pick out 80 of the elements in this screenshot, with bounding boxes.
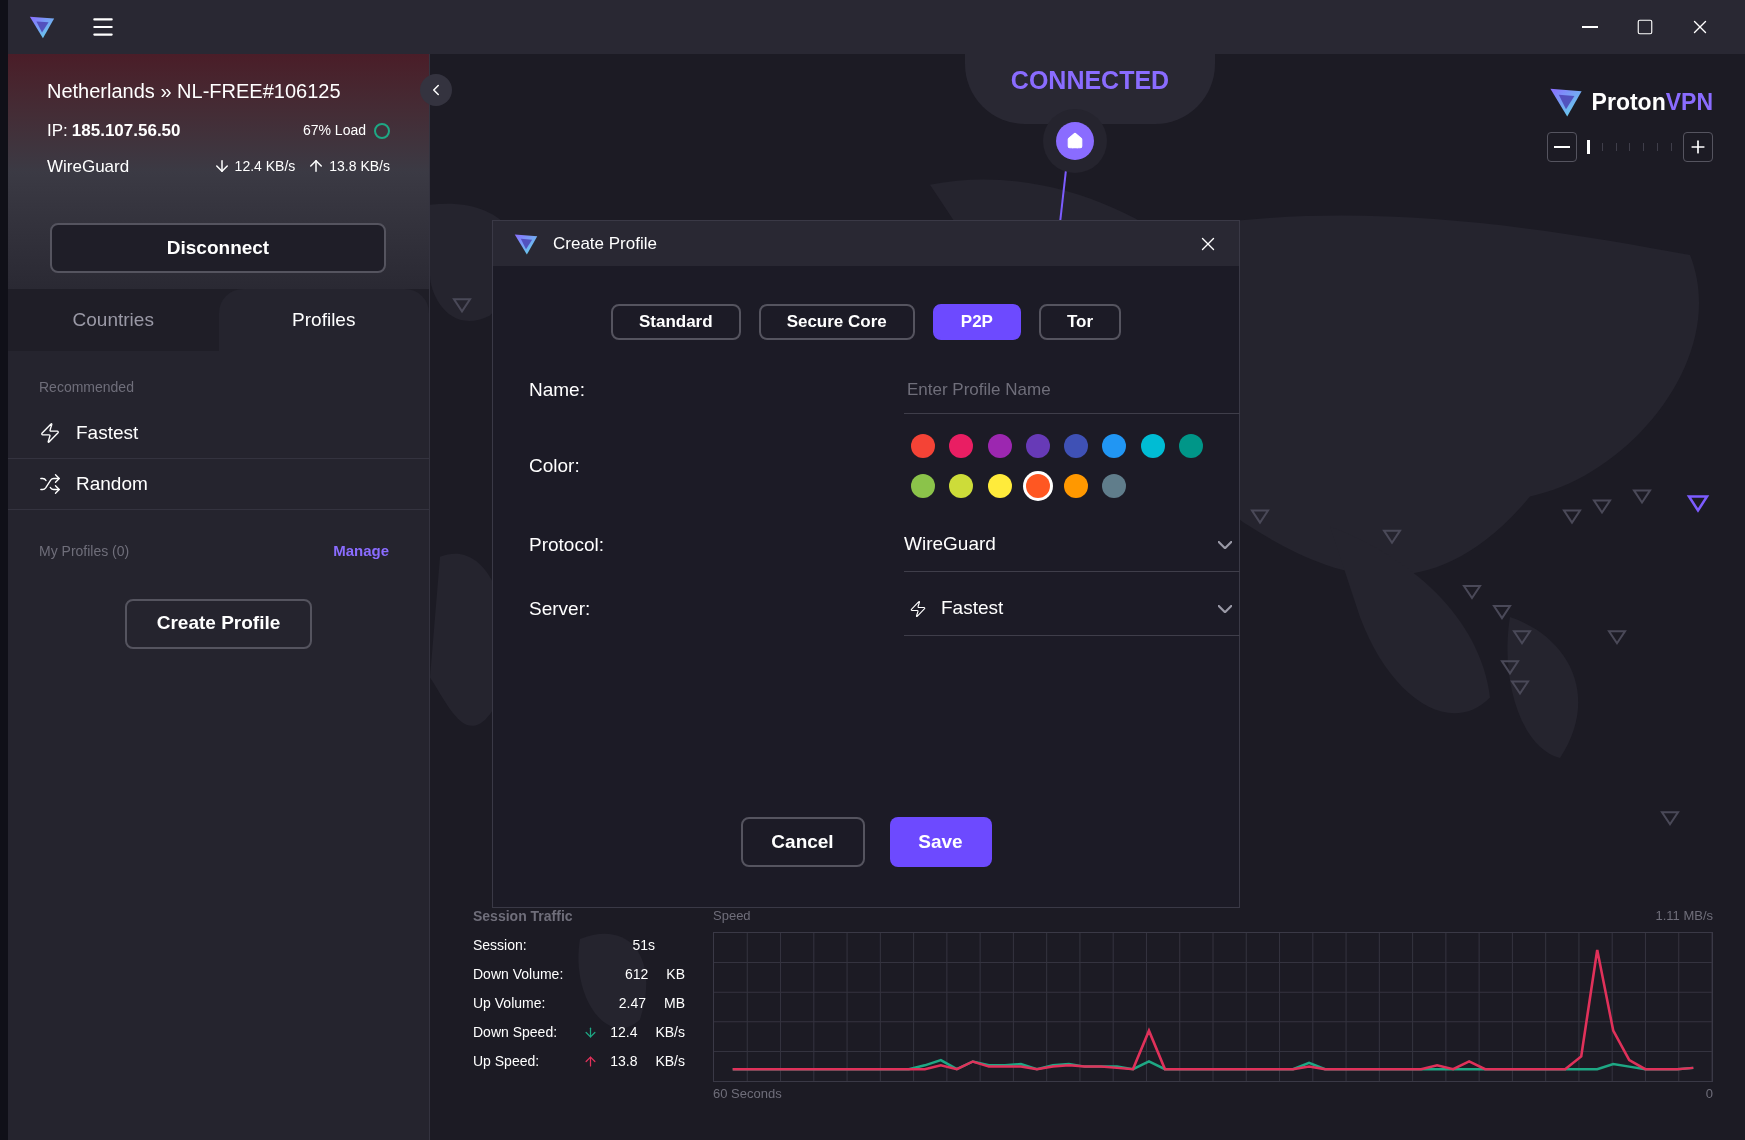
stat-value: 12.4 xyxy=(609,1022,638,1042)
color-swatch[interactable] xyxy=(1102,434,1127,458)
cancel-button[interactable]: Cancel xyxy=(740,817,865,867)
download-speed: 12.4 KB/s xyxy=(234,156,296,176)
stat-value: 2.47 xyxy=(617,993,646,1013)
lightning-icon xyxy=(909,599,927,618)
upload-icon xyxy=(583,1053,599,1069)
disconnect-button[interactable]: Disconnect xyxy=(50,223,386,273)
chevron-down-icon xyxy=(1218,540,1232,549)
ip-label: IP: xyxy=(47,120,68,142)
profile-item[interactable]: Fastest xyxy=(8,408,429,459)
zoom-in-button[interactable] xyxy=(1683,132,1713,162)
color-swatch[interactable] xyxy=(1064,474,1088,498)
chart-end-label: 0 xyxy=(1705,1084,1713,1103)
chart-max-label: 1.11 MB/s xyxy=(1655,907,1713,925)
zoom-slider[interactable] xyxy=(1588,137,1672,157)
load-ring-icon xyxy=(374,122,390,139)
create-profile-button[interactable]: Create Profile xyxy=(125,598,312,649)
server-dropdown[interactable]: Fastest xyxy=(904,582,1240,636)
color-swatch[interactable] xyxy=(911,474,935,498)
connection-status: CONNECTED xyxy=(1010,65,1170,96)
profile-type-tab[interactable]: Tor xyxy=(1038,304,1122,340)
name-field[interactable]: Enter Profile Name xyxy=(904,366,1240,414)
color-swatch[interactable] xyxy=(1178,434,1203,458)
zoom-thumb[interactable] xyxy=(1587,140,1590,154)
color-swatch[interactable] xyxy=(1064,434,1088,458)
stat-label: Up Speed: xyxy=(473,1051,541,1071)
server-name: Netherlands » NL-FREE#106125 xyxy=(47,79,342,104)
chevron-down-icon xyxy=(1218,604,1232,613)
color-swatch[interactable] xyxy=(987,474,1012,498)
shuffle-icon xyxy=(39,473,61,495)
profile-type-tab[interactable]: Standard xyxy=(610,304,741,340)
profile-type-tab[interactable]: Secure Core xyxy=(758,304,915,340)
recommended-heading: Recommended xyxy=(38,378,135,397)
manage-link[interactable]: Manage xyxy=(333,540,389,563)
stat-label: Up Volume: xyxy=(473,993,547,1013)
save-button[interactable]: Save xyxy=(889,817,992,867)
stat-unit: MB xyxy=(664,993,685,1013)
stat-value: 612 xyxy=(623,964,649,984)
stat-label: Session: xyxy=(473,935,528,955)
dialog-title: Create Profile xyxy=(553,232,657,255)
ip-address: 185.107.56.50 xyxy=(71,120,181,142)
chart-title: Speed xyxy=(713,907,751,925)
profile-item[interactable]: Random xyxy=(8,459,429,510)
color-swatch[interactable] xyxy=(949,434,974,458)
server-load: 67% Load xyxy=(302,121,366,141)
stat-unit: KB/s xyxy=(655,1022,685,1042)
color-swatch[interactable] xyxy=(1102,474,1127,498)
stat-unit: KB xyxy=(666,964,685,984)
lightning-icon xyxy=(39,422,61,444)
session-traffic-title: Session Traffic xyxy=(473,907,574,926)
stat-value: 13.8 xyxy=(609,1051,638,1071)
my-profiles-heading: My Profiles (0) xyxy=(39,541,130,561)
chart-start-label: 60 Seconds xyxy=(713,1084,782,1103)
stat-unit: KB/s xyxy=(655,1051,685,1071)
brand-name: ProtonVPN xyxy=(1591,87,1713,117)
stat-label: Down Volume: xyxy=(473,964,565,984)
zoom-out-button[interactable] xyxy=(1547,132,1577,162)
field-label: Name: xyxy=(529,377,586,402)
protocol-name: WireGuard xyxy=(47,155,130,178)
profile-type-tab[interactable]: P2P xyxy=(932,304,1021,340)
download-icon xyxy=(583,1024,599,1040)
color-swatch[interactable] xyxy=(987,434,1012,458)
minus-icon xyxy=(1554,146,1570,148)
minimize-icon xyxy=(1582,26,1598,28)
field-label: Protocol: xyxy=(529,532,605,557)
color-swatch[interactable] xyxy=(1140,434,1165,458)
stat-label: Down Speed: xyxy=(473,1022,559,1042)
upload-speed: 13.8 KB/s xyxy=(329,156,390,176)
color-swatch[interactable] xyxy=(1025,474,1050,498)
field-label: Server: xyxy=(529,596,592,621)
color-swatch[interactable] xyxy=(1025,434,1050,458)
color-swatch[interactable] xyxy=(911,434,935,458)
stat-value: 51s xyxy=(631,935,655,955)
color-swatch[interactable] xyxy=(949,474,974,498)
field-label: Color: xyxy=(529,453,581,478)
sidebar-tab[interactable]: Profiles xyxy=(218,289,429,351)
home-icon xyxy=(1056,122,1094,160)
protocol-dropdown[interactable]: WireGuard xyxy=(904,518,1240,572)
maximize-icon xyxy=(1636,18,1654,36)
